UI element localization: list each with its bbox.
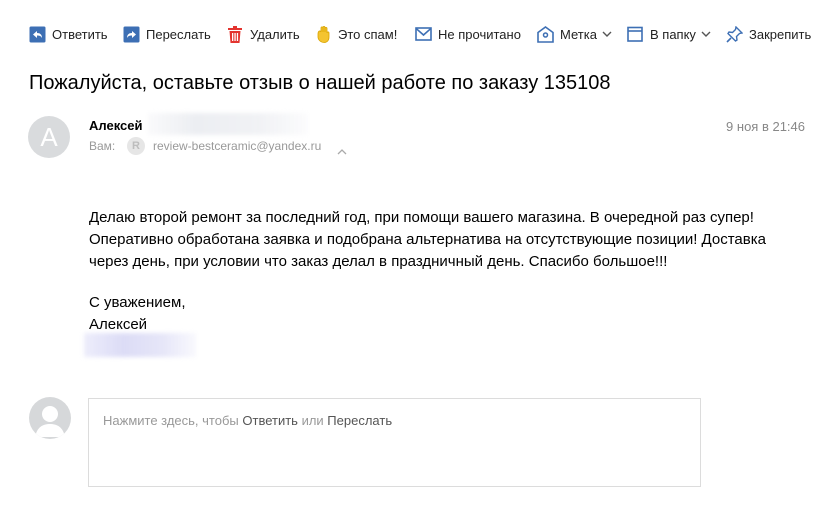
sender-avatar: A: [28, 116, 70, 158]
message-date: 9 ноя в 21:46: [726, 119, 805, 134]
pin-button[interactable]: Закрепить: [725, 22, 811, 46]
sender-name[interactable]: Алексей: [89, 118, 143, 133]
label-dropdown[interactable]: Метка: [536, 22, 612, 46]
recipient-avatar-icon: R: [127, 137, 145, 155]
spam-button[interactable]: Это спам!: [314, 22, 397, 46]
body-line: Оперативно обработана заявка и подобрана…: [89, 231, 766, 248]
reply-icon: [28, 25, 46, 43]
user-avatar-icon: [29, 397, 71, 439]
envelope-icon: [414, 25, 432, 43]
body-line: Делаю второй ремонт за последний год, пр…: [89, 209, 754, 226]
folder-icon: [626, 25, 644, 43]
quick-forward-link[interactable]: Переслать: [327, 413, 392, 428]
quick-reply-hint: Нажмите здесь, чтобы Ответить или Пересл…: [103, 413, 392, 428]
signature: С уважением, Алексей: [89, 292, 186, 336]
spam-label: Это спам!: [338, 26, 398, 42]
label-text: Метка: [560, 26, 597, 42]
recipient-label: Вам:: [89, 139, 116, 153]
recipient-avatar-letter: R: [132, 140, 140, 152]
message-toolbar: Ответить Переслать Удалить Это спам! Не …: [0, 0, 823, 68]
reply-button[interactable]: Ответить: [28, 22, 108, 46]
chevron-down-icon: [701, 31, 711, 37]
tag-icon: [536, 25, 554, 43]
thumbs-down-hand-icon: [314, 25, 332, 43]
message-subject: Пожалуйста, оставьте отзыв о нашей работ…: [29, 72, 611, 94]
quick-reply-link[interactable]: Ответить: [242, 413, 298, 428]
signature-line: С уважением,: [89, 294, 186, 311]
move-to-folder-dropdown[interactable]: В папку: [626, 22, 711, 46]
mark-unread-button[interactable]: Не прочитано: [414, 22, 521, 46]
hint-prefix: Нажмите здесь, чтобы: [103, 413, 243, 428]
message-body: Делаю второй ремонт за последний год, пр…: [89, 207, 789, 273]
body-line: через день, при условии что заказ делал …: [89, 253, 668, 270]
delete-button[interactable]: Удалить: [226, 22, 300, 46]
redacted-sender-email: [148, 113, 308, 135]
folder-text: В папку: [650, 26, 696, 42]
recipient-email[interactable]: review-bestceramic@yandex.ru: [153, 139, 321, 153]
redacted-signature: [84, 333, 196, 357]
forward-label: Переслать: [146, 26, 211, 42]
forward-button[interactable]: Переслать: [122, 22, 211, 46]
unread-label: Не прочитано: [438, 26, 521, 42]
delete-label: Удалить: [250, 26, 300, 42]
quick-reply-box[interactable]: Нажмите здесь, чтобы Ответить или Пересл…: [88, 398, 701, 487]
trash-icon: [226, 25, 244, 43]
hint-or: или: [297, 413, 328, 428]
forward-icon: [122, 25, 140, 43]
chevron-down-icon: [602, 31, 612, 37]
pin-icon: [725, 25, 743, 43]
chevron-up-icon[interactable]: [337, 142, 347, 160]
pin-label: Закрепить: [749, 26, 812, 42]
reply-label: Ответить: [52, 26, 108, 42]
avatar-letter: A: [40, 121, 58, 152]
